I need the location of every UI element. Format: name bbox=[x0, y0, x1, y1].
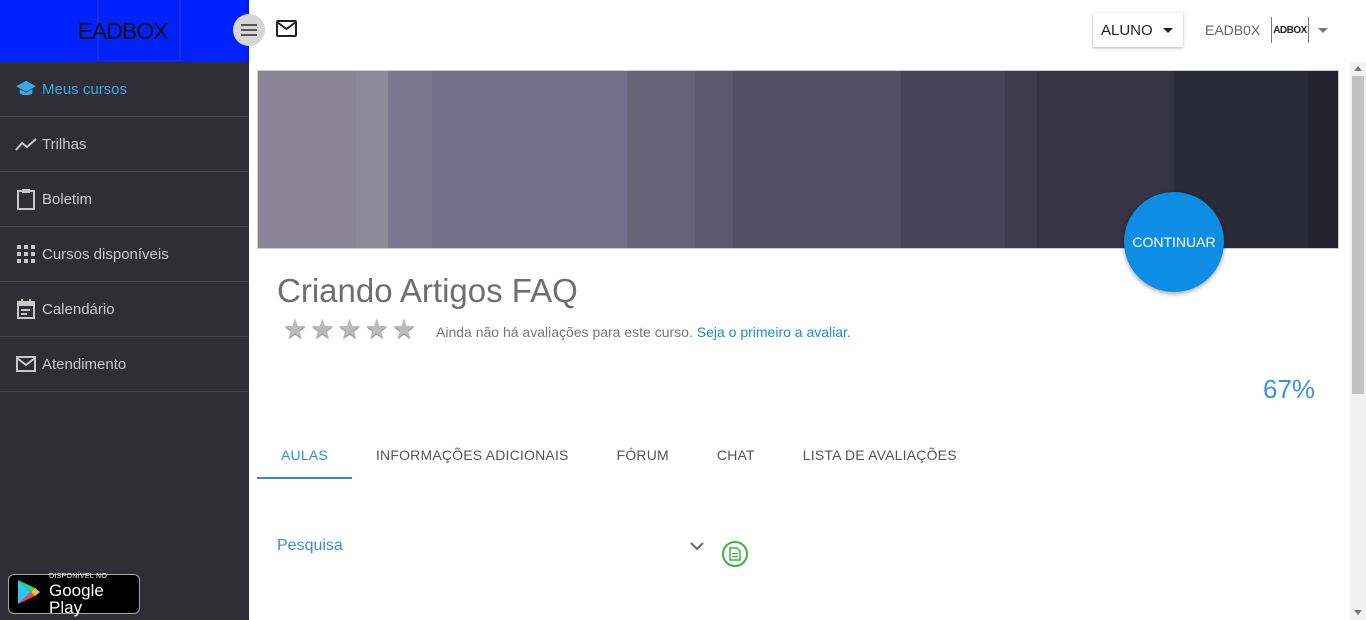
chevron-down-icon[interactable] bbox=[690, 538, 704, 556]
grid-icon bbox=[15, 243, 37, 265]
google-play-icon bbox=[17, 579, 41, 610]
page-scrollbar[interactable] bbox=[1350, 62, 1366, 620]
sidebar-item-label: Boletim bbox=[42, 190, 93, 208]
tab-lista-de-avaliacoes[interactable]: LISTA DE AVALIAÇÕES bbox=[779, 437, 981, 479]
sidebar-item-atendimento[interactable]: Atendimento bbox=[0, 337, 249, 392]
scroll-thumb[interactable] bbox=[1352, 76, 1364, 394]
tab-forum[interactable]: FÓRUM bbox=[593, 437, 693, 479]
sidebar-item-trilhas[interactable]: Trilhas bbox=[0, 117, 249, 172]
rating-message: Ainda não há avaliações para este curso. bbox=[436, 324, 693, 340]
course-title: Criando Artigos FAQ bbox=[277, 272, 578, 309]
google-play-badge[interactable]: DISPONÍVEL NO Google Play bbox=[8, 572, 140, 617]
avatar-text: ADBOX bbox=[1273, 24, 1307, 36]
document-icon bbox=[722, 541, 748, 567]
sidebar-item-meus-cursos[interactable]: Meus cursos bbox=[0, 62, 249, 117]
sidebar-item-boletim[interactable]: Boletim bbox=[0, 172, 249, 227]
star-icon[interactable]: ★ bbox=[392, 316, 416, 343]
sidebar-item-label: Atendimento bbox=[42, 355, 127, 373]
mail-icon bbox=[15, 353, 37, 375]
clipboard-icon bbox=[15, 188, 37, 210]
tab-chat[interactable]: CHAT bbox=[693, 437, 779, 479]
chevron-down-icon bbox=[1162, 27, 1173, 33]
brand-logo[interactable]: EADBOX bbox=[0, 0, 249, 62]
logo-text: EADBOX bbox=[77, 17, 169, 44]
rating-text: Ainda não há avaliações para este curso.… bbox=[436, 324, 851, 340]
tab-informacoes-adicionais[interactable]: INFORMAÇÕES ADICIONAIS bbox=[352, 437, 593, 479]
user-name[interactable]: EADB0X bbox=[1205, 22, 1260, 38]
user-menu-chevron-icon[interactable] bbox=[1318, 28, 1328, 33]
mail-icon bbox=[276, 20, 297, 37]
sidebar-item-label: Cursos disponíveis bbox=[42, 245, 169, 263]
google-play-big-text: Google Play bbox=[49, 580, 104, 617]
course-progress: 67% bbox=[1263, 374, 1316, 404]
google-play-small-text: DISPONÍVEL NO bbox=[49, 572, 108, 580]
trending-line-icon bbox=[15, 133, 37, 155]
graduation-cap-icon bbox=[15, 78, 37, 100]
rating-stars: ★ ★ ★ ★ ★ bbox=[283, 316, 419, 343]
sidebar-item-label: Trilhas bbox=[42, 135, 87, 153]
course-tabs: AULAS INFORMAÇÕES ADICIONAIS FÓRUM CHAT … bbox=[257, 437, 981, 479]
menu-toggle-button[interactable] bbox=[233, 14, 265, 46]
sidebar-item-label: Calendário bbox=[42, 300, 115, 318]
scroll-down-icon[interactable] bbox=[1354, 610, 1362, 615]
course-page: CONTINUAR Criando Artigos FAQ ★ ★ ★ ★ ★ … bbox=[249, 62, 1350, 620]
avatar[interactable]: ADBOX bbox=[1271, 17, 1309, 43]
sidebar-item-calendario[interactable]: Calendário bbox=[0, 282, 249, 337]
role-select-value: ALUNO bbox=[1101, 21, 1153, 39]
star-icon[interactable]: ★ bbox=[365, 316, 389, 343]
star-icon[interactable]: ★ bbox=[283, 316, 307, 343]
lesson-item[interactable]: Pesquisa bbox=[277, 537, 343, 555]
star-icon[interactable]: ★ bbox=[337, 316, 361, 343]
sidebar-item-label: Meus cursos bbox=[42, 80, 128, 98]
scroll-up-icon[interactable] bbox=[1354, 66, 1362, 71]
role-select[interactable]: ALUNO bbox=[1093, 13, 1183, 47]
rate-first-link[interactable]: Seja o primeiro a avaliar. bbox=[697, 324, 851, 340]
tab-aulas[interactable]: AULAS bbox=[257, 437, 352, 479]
continue-button[interactable]: CONTINUAR bbox=[1124, 192, 1224, 292]
star-icon[interactable]: ★ bbox=[310, 316, 334, 343]
hamburger-icon bbox=[241, 24, 257, 36]
sidebar-item-cursos-disponiveis[interactable]: Cursos disponíveis bbox=[0, 227, 249, 282]
topbar: ALUNO EADB0X ADBOX bbox=[233, 0, 1366, 62]
sidebar: EADBOX Meus cursos Trilhas Boletim Curso… bbox=[0, 0, 249, 620]
messages-button[interactable] bbox=[276, 20, 297, 42]
calendar-icon bbox=[15, 298, 37, 320]
